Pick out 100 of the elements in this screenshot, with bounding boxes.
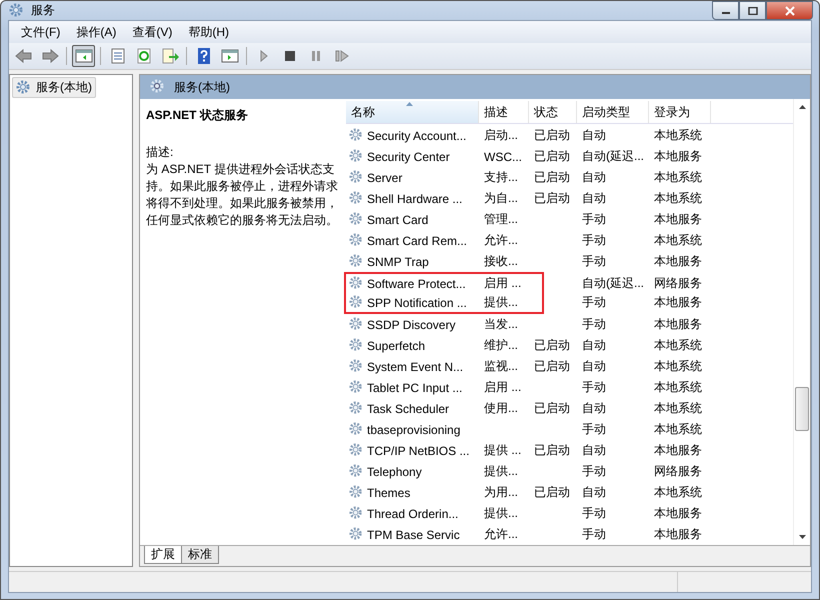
table-cell: 为自... [484, 190, 518, 207]
close-button[interactable] [766, 1, 813, 20]
gear-icon [16, 80, 32, 96]
gear-icon [349, 443, 364, 458]
table-cell: Shell Hardware ... [367, 192, 462, 206]
table-cell: System Event N... [367, 360, 464, 374]
table-cell: 本地服务 [654, 505, 702, 522]
table-cell: 支持... [484, 169, 518, 186]
table-cell: 启动... [484, 127, 518, 144]
gear-icon [349, 233, 364, 248]
close-icon [784, 6, 794, 16]
table-cell: 本地系统 [654, 232, 702, 249]
table-cell: 本地服务 [654, 253, 702, 270]
gear-icon [150, 79, 166, 95]
table-cell: 管理... [484, 211, 518, 228]
gear-icon [349, 128, 364, 143]
table-cell: 自动 [582, 169, 606, 186]
column-header[interactable]: 描述 [479, 101, 529, 123]
table-cell: 自动 [582, 358, 606, 375]
table-cell: 本地系统 [654, 421, 702, 438]
table-cell: 手动 [582, 211, 606, 228]
table-cell: SNMP Trap [367, 254, 429, 268]
table-cell: Server [367, 170, 402, 184]
table-cell: 手动 [582, 505, 606, 522]
tab[interactable]: 标准 [181, 546, 219, 564]
table-cell: Tablet PC Input ... [367, 380, 462, 394]
description-text: 为 ASP.NET 提供进程外会话状态支持。如果此服务被停止，进程外请求将得不到处理。如果此服务被禁用，任何显式依赖它的服务将无法启动。 [146, 161, 339, 229]
gear-icon [349, 338, 364, 353]
table-cell: 本地服务 [654, 148, 702, 165]
table-cell: TCP/IP NetBIOS ... [367, 444, 470, 458]
table-cell: 提供 ... [484, 442, 522, 459]
table-cell: 本地服务 [654, 211, 702, 228]
table-cell: 手动 [582, 294, 606, 311]
table-cell: Themes [367, 486, 410, 500]
table-cell: 自动 [582, 127, 606, 144]
menu-item[interactable]: 帮助(H) [182, 24, 235, 40]
table-cell: 已启动 [534, 484, 570, 501]
sort-arrow-icon [406, 102, 413, 106]
table-cell: 已启动 [534, 190, 570, 207]
description-label: 描述: [146, 144, 174, 161]
table-cell: 本地系统 [654, 127, 702, 144]
gear-icon [349, 422, 364, 437]
table-cell: 网络服务 [654, 463, 702, 480]
table-cell: Telephony [367, 464, 422, 478]
table-cell: 自动 [582, 337, 606, 354]
table-cell: 允许... [484, 232, 518, 249]
table-cell: 本地系统 [654, 484, 702, 501]
table-cell: Security Center [367, 150, 450, 164]
table-cell: 手动 [582, 379, 606, 396]
table-cell: 启用 ... [484, 275, 522, 292]
table-cell: Smart Card Rem... [367, 234, 468, 248]
gear-icon [349, 212, 364, 227]
scroll-up-icon [798, 105, 806, 109]
table-cell: 启用 ... [484, 379, 522, 396]
table-cell: 手动 [582, 316, 606, 333]
table-cell: 自动 [582, 400, 606, 417]
gear-icon [349, 276, 364, 291]
scrollbar[interactable] [793, 99, 810, 545]
gear-icon [349, 295, 364, 310]
table-cell: 手动 [582, 421, 606, 438]
maximize-button[interactable] [739, 1, 766, 20]
gear-icon [349, 191, 364, 206]
table-cell: SSDP Discovery [367, 318, 456, 332]
table-cell: 本地系统 [654, 379, 702, 396]
minimize-button[interactable] [712, 1, 739, 20]
menu-item[interactable]: 文件(F) [15, 24, 66, 40]
table-cell: tbaseprovisioning [367, 422, 460, 436]
gear-icon [349, 170, 364, 185]
table-cell: Superfetch [367, 338, 426, 352]
column-header[interactable]: 状态 [529, 101, 577, 123]
column-header[interactable]: 名称 [346, 101, 479, 123]
table-cell: 监视... [484, 358, 518, 375]
table-cell: 已启动 [534, 442, 570, 459]
gear-icon [349, 527, 364, 542]
table-cell: Smart Card [367, 212, 428, 226]
table-cell: 维护... [484, 337, 518, 354]
scroll-down-icon [798, 535, 806, 539]
table-cell: Task Scheduler [367, 402, 450, 416]
scroll-thumb[interactable] [795, 387, 809, 431]
column-header[interactable]: 启动类型 [577, 101, 649, 123]
menu-item[interactable]: 查看(V) [126, 24, 178, 40]
table-cell: 已启动 [534, 169, 570, 186]
table-cell: 提供... [484, 463, 518, 480]
table-cell: 自动(延迟... [582, 275, 644, 292]
table-cell: Security Account... [367, 128, 466, 142]
gear-icon [349, 464, 364, 479]
table-cell: SPP Notification ... [367, 296, 467, 310]
tab[interactable]: 扩展 [144, 546, 182, 564]
column-header[interactable]: 登录为 [649, 101, 711, 123]
pane-toggle-icon[interactable] [72, 45, 95, 67]
tree-item[interactable]: 服务(本地) [12, 77, 96, 98]
table-cell: 已启动 [534, 127, 570, 144]
gear-icon [349, 317, 364, 332]
gear-icon [349, 380, 364, 395]
table-cell: 本地服务 [654, 294, 702, 311]
table-cell: 手动 [582, 526, 606, 543]
table-cell: WSC... [484, 150, 522, 164]
menu-item[interactable]: 操作(A) [70, 24, 122, 40]
table-cell: Thread Orderin... [367, 506, 458, 520]
table-cell: TPM Base Servic [367, 528, 460, 542]
